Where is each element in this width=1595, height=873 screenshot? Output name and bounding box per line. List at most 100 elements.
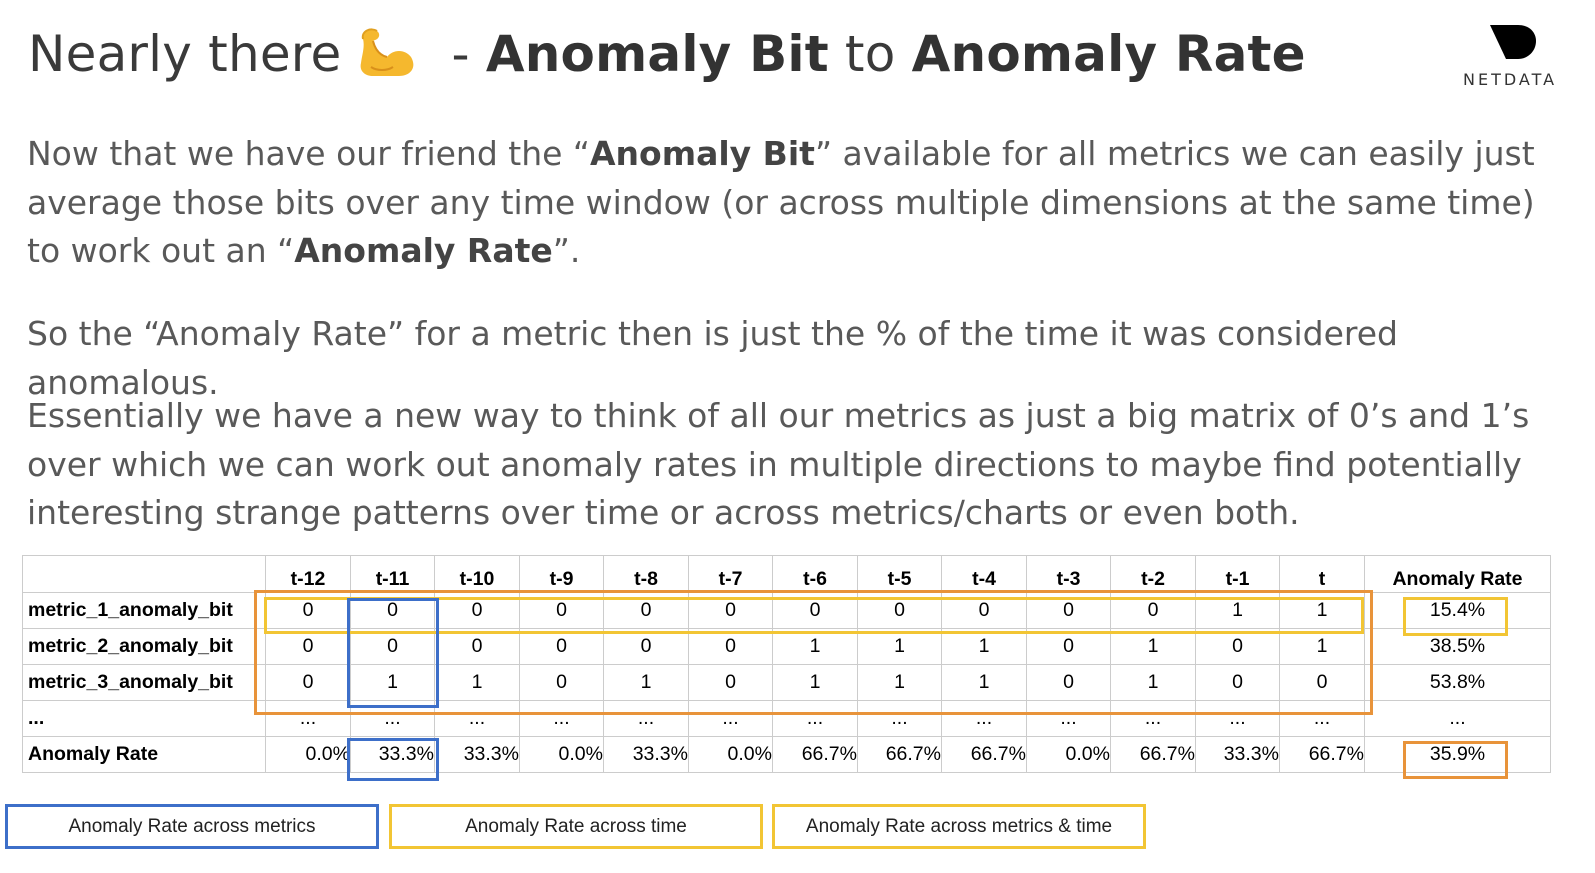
- header-time-col: t-11: [350, 555, 435, 593]
- table-cell: ...: [1279, 700, 1365, 737]
- netdata-logo-text: NETDATA: [1463, 70, 1558, 89]
- table-cell: 0: [688, 592, 773, 629]
- header-anomaly-rate: Anomaly Rate: [1364, 555, 1551, 593]
- anomaly-matrix-table: t-12 t-11 t-10 t-9 t-8 t-7 t-6 t-5 t-4 t-3 t-2 t-1 t…: [22, 555, 1551, 773]
- p1-bold-anomaly-rate: Anomaly Rate: [294, 231, 553, 270]
- page-title: Nearly there - Anomaly Bit to Anomaly Ra…: [28, 22, 1306, 86]
- row-anomaly-rate: ...: [1364, 700, 1551, 737]
- header-time-col: t-4: [941, 555, 1027, 593]
- title-dash: -: [435, 25, 486, 83]
- table-cell: ...: [857, 700, 942, 737]
- table-cell: ...: [265, 700, 351, 737]
- table-cell: 0: [519, 628, 604, 665]
- header-time-col: t-2: [1110, 555, 1196, 593]
- table-cell: 0: [434, 592, 520, 629]
- column-anomaly-rate: 66.7%: [772, 736, 858, 773]
- table-cell: 0: [857, 592, 942, 629]
- column-anomaly-rate: 0.0%: [1026, 736, 1111, 773]
- table-cell: 1: [350, 664, 435, 701]
- table-cell: 0: [1026, 664, 1111, 701]
- column-anomaly-rate: 33.3%: [1195, 736, 1280, 773]
- table-cell: 0: [1110, 592, 1196, 629]
- table-cell: ...: [519, 700, 604, 737]
- table-cell: 0: [265, 592, 351, 629]
- legend-across-metrics-and-time: Anomaly Rate across metrics & time: [772, 804, 1146, 849]
- table-cell: 0: [350, 592, 435, 629]
- table-cell: 0: [350, 628, 435, 665]
- table-cell: ...: [1195, 700, 1280, 737]
- column-anomaly-rate: 66.7%: [1110, 736, 1196, 773]
- column-anomaly-rate: 0.0%: [688, 736, 773, 773]
- table-cell: 0: [434, 628, 520, 665]
- header-time-col: t-7: [688, 555, 773, 593]
- table-cell: 1: [772, 628, 858, 665]
- row-label: metric_2_anomaly_bit: [22, 628, 266, 665]
- column-anomaly-rate: 66.7%: [857, 736, 942, 773]
- title-middle: to: [828, 25, 912, 83]
- table-cell: 0: [688, 664, 773, 701]
- table-cell: 1: [1195, 592, 1280, 629]
- header-time-col: t-6: [772, 555, 858, 593]
- table-cell: 0: [603, 592, 689, 629]
- header-time-col: t: [1279, 555, 1365, 593]
- table-cell: 0: [772, 592, 858, 629]
- table-cell: 0: [603, 628, 689, 665]
- table-cell: 0: [941, 592, 1027, 629]
- header-time-col: t-5: [857, 555, 942, 593]
- header-time-col: t-3: [1026, 555, 1111, 593]
- table-cell: 1: [1110, 628, 1196, 665]
- header-time-col: t-1: [1195, 555, 1280, 593]
- table-cell: 0: [1195, 664, 1280, 701]
- flexed-biceps-icon: [361, 28, 414, 77]
- table-cell: 0: [1026, 592, 1111, 629]
- table-row: metric_2_anomaly_bit 0 0 0 0 0 0 1 1 1 0 1 0 1 38.5%: [22, 628, 1551, 665]
- row-anomaly-rate: 53.8%: [1364, 664, 1551, 701]
- netdata-logo-icon: [1490, 25, 1536, 59]
- header-time-col: t-8: [603, 555, 689, 593]
- legend-across-metrics: Anomaly Rate across metrics: [5, 804, 379, 849]
- table-cell: ...: [688, 700, 773, 737]
- table-cell: ...: [350, 700, 435, 737]
- table-cell: 0: [1279, 664, 1365, 701]
- row-label: Anomaly Rate: [22, 736, 266, 773]
- table-cell: 1: [772, 664, 858, 701]
- table-cell: 1: [1279, 628, 1365, 665]
- p1-text-3: ”.: [552, 231, 581, 270]
- row-anomaly-rate: 35.9%: [1364, 736, 1551, 773]
- column-anomaly-rate: 66.7%: [1279, 736, 1365, 773]
- column-anomaly-rate: 33.3%: [350, 736, 435, 773]
- p1-bold-anomaly-bit: Anomaly Bit: [590, 134, 815, 173]
- table-cell: 0: [519, 664, 604, 701]
- header-blank: [22, 555, 266, 593]
- header-time-col: t-12: [265, 555, 351, 593]
- column-anomaly-rate: 0.0%: [519, 736, 604, 773]
- header-time-col: t-10: [434, 555, 520, 593]
- table-cell: 1: [857, 628, 942, 665]
- table-cell: 1: [941, 628, 1027, 665]
- table-cell: 0: [519, 592, 604, 629]
- table-cell: 0: [1026, 628, 1111, 665]
- p1-text-1: Now that we have our friend the “: [27, 134, 591, 173]
- table-cell: ...: [434, 700, 520, 737]
- row-label: ...: [22, 700, 266, 737]
- table-cell: 1: [1110, 664, 1196, 701]
- table-row: ........................................…: [22, 700, 1551, 737]
- title-prefix: Nearly there: [28, 25, 342, 83]
- table-cell: 1: [857, 664, 942, 701]
- table-cell: 0: [265, 664, 351, 701]
- header-time-col: t-9: [519, 555, 604, 593]
- table-cell: ...: [1026, 700, 1111, 737]
- table-cell: 0: [688, 628, 773, 665]
- table-cell: ...: [941, 700, 1027, 737]
- netdata-logo: NETDATA: [1458, 22, 1573, 92]
- table-cell: 0: [1195, 628, 1280, 665]
- table-header-row: t-12 t-11 t-10 t-9 t-8 t-7 t-6 t-5 t-4 t-3 t-2 t-1 t…: [22, 555, 1551, 593]
- title-bold-anomaly-rate: Anomaly Rate: [911, 25, 1306, 83]
- legend-across-both-label: Anomaly Rate across metrics & time: [805, 815, 1113, 837]
- column-anomaly-rate: 0.0%: [265, 736, 351, 773]
- table-summary-row: Anomaly Rate 0.0% 33.3% 33.3% 0.0% 33.3% 0.0% 6…: [22, 736, 1551, 773]
- table-cell: 1: [434, 664, 520, 701]
- column-anomaly-rate: 66.7%: [941, 736, 1027, 773]
- paragraph-matrix-idea: Essentially we have a new way to think o…: [27, 396, 1530, 532]
- table-cell: ...: [603, 700, 689, 737]
